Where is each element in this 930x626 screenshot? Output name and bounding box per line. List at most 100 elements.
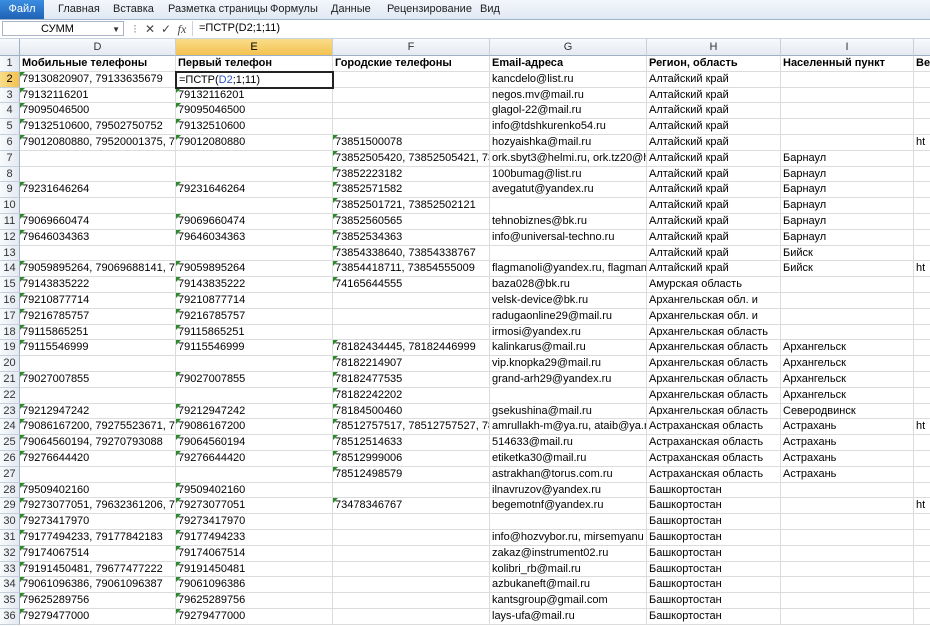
cell-D14[interactable]: 79059895264, 79069688141, 7909 — [20, 261, 176, 278]
cell-J15[interactable] — [914, 277, 930, 293]
cell-G24[interactable]: amrullakh-m@ya.ru, ataib@ya.r — [490, 419, 647, 436]
cell-E12[interactable]: 79646034363 — [176, 229, 333, 246]
cell-H18[interactable]: Архангельская область — [647, 324, 781, 341]
cell-F28[interactable] — [333, 482, 490, 499]
cell-G12[interactable]: info@universal-techno.ru — [490, 229, 647, 246]
cell-D31[interactable]: 79177494233, 79177842183 — [20, 530, 176, 546]
cell-H2[interactable]: Алтайский край — [647, 71, 781, 88]
row-header-13[interactable]: 13 — [0, 245, 20, 262]
cell-E10[interactable] — [176, 198, 333, 214]
cell-D9[interactable]: 79231646264 — [20, 182, 176, 199]
cell-F14[interactable]: 73854418711, 73854555009 — [333, 261, 490, 278]
tab-review[interactable]: Рецензирование — [387, 0, 472, 19]
row-header-11[interactable]: 11 — [0, 214, 20, 230]
row-header-2[interactable]: 2 — [0, 71, 20, 88]
cell-G23[interactable]: gsekushina@mail.ru — [490, 403, 647, 420]
cell-D26[interactable]: 79276644420 — [20, 451, 176, 467]
cell-G25[interactable]: 514633@mail.ru — [490, 435, 647, 451]
cell-F26[interactable]: 78512999006 — [333, 451, 490, 467]
cell-F31[interactable] — [333, 530, 490, 546]
cell-D8[interactable] — [20, 166, 176, 183]
cell-D25[interactable]: 79064560194, 79270793088 — [20, 435, 176, 451]
cell-F20[interactable]: 78182214907 — [333, 356, 490, 372]
cell-D1[interactable]: Мобильные телефоны — [20, 56, 176, 72]
cell-I3[interactable] — [781, 87, 914, 104]
cell-H7[interactable]: Алтайский край — [647, 150, 781, 167]
cell-I30[interactable] — [781, 514, 914, 530]
cell-H4[interactable]: Алтайский край — [647, 103, 781, 120]
cell-J3[interactable] — [914, 88, 930, 104]
tab-page-layout[interactable]: Разметка страницы — [168, 0, 268, 19]
cell-E17[interactable]: 79216785757 — [176, 308, 333, 325]
cell-G21[interactable]: grand-arh29@yandex.ru — [490, 372, 647, 388]
cell-I11[interactable]: Барнаул — [781, 214, 914, 230]
cell-H33[interactable]: Башкортостан — [647, 561, 781, 578]
cell-F23[interactable]: 78184500460 — [333, 403, 490, 420]
cell-E20[interactable] — [176, 356, 333, 372]
row-header-5[interactable]: 5 — [0, 119, 20, 135]
cell-F6[interactable]: 73851500078 — [333, 135, 490, 151]
cell-I15[interactable] — [781, 277, 914, 293]
cell-F10[interactable]: 73852501721, 73852502121 — [333, 198, 490, 214]
cell-E2[interactable]: =ПСТР(D2;1;11) — [175, 70, 334, 89]
cell-D35[interactable]: 79625289756 — [20, 593, 176, 609]
cell-F32[interactable] — [333, 545, 490, 562]
row-header-36[interactable]: 36 — [0, 609, 20, 625]
cell-J19[interactable] — [914, 340, 930, 357]
cell-D19[interactable]: 79115546999 — [20, 340, 176, 357]
row-header-27[interactable]: 27 — [0, 466, 20, 483]
cell-E33[interactable]: 79191450481 — [176, 561, 333, 578]
cell-I22[interactable]: Архангельск — [781, 387, 914, 404]
cell-J32[interactable] — [914, 546, 930, 562]
cell-I24[interactable]: Астрахань — [781, 419, 914, 436]
row-header-24[interactable]: 24 — [0, 419, 20, 436]
cell-E22[interactable] — [176, 387, 333, 404]
cell-H27[interactable]: Астраханская область — [647, 466, 781, 483]
cell-G9[interactable]: avegatut@yandex.ru — [490, 182, 647, 199]
cell-E5[interactable]: 79132510600 — [176, 119, 333, 135]
cell-H29[interactable]: Башкортостан — [647, 498, 781, 515]
cell-H36[interactable]: Башкортостан — [647, 609, 781, 625]
cell-E8[interactable] — [176, 166, 333, 183]
select-all-corner[interactable] — [0, 39, 20, 56]
column-header-D[interactable]: D — [20, 39, 176, 56]
cell-E19[interactable]: 79115546999 — [176, 340, 333, 357]
cell-F3[interactable] — [333, 87, 490, 104]
cell-I2[interactable] — [781, 71, 914, 88]
cell-D13[interactable] — [20, 245, 176, 262]
cell-E32[interactable]: 79174067514 — [176, 545, 333, 562]
cell-G5[interactable]: info@tdshkurenko54.ru — [490, 119, 647, 135]
cell-J33[interactable] — [914, 562, 930, 578]
cell-H6[interactable]: Алтайский край — [647, 135, 781, 151]
cell-J24[interactable]: ht — [914, 419, 930, 436]
cell-G22[interactable] — [490, 387, 647, 404]
row-header-12[interactable]: 12 — [0, 229, 20, 246]
cell-F24[interactable]: 78512757517, 78512757527, 7851 — [333, 419, 490, 436]
cell-H17[interactable]: Архангельская обл. и — [647, 308, 781, 325]
cell-I1[interactable]: Населенный пункт — [781, 56, 914, 72]
cell-E35[interactable]: 79625289756 — [176, 593, 333, 609]
cell-I33[interactable] — [781, 561, 914, 578]
cell-D12[interactable]: 79646034363 — [20, 229, 176, 246]
row-header-22[interactable]: 22 — [0, 387, 20, 404]
row-header-28[interactable]: 28 — [0, 482, 20, 499]
column-header-H[interactable]: H — [647, 39, 781, 56]
column-header-F[interactable]: F — [333, 39, 490, 56]
row-header-29[interactable]: 29 — [0, 498, 20, 515]
chevron-down-icon[interactable]: ▼ — [112, 22, 120, 37]
cell-I16[interactable] — [781, 293, 914, 309]
cell-G20[interactable]: vip.knopka29@mail.ru — [490, 356, 647, 372]
cell-G33[interactable]: kolibri_rb@mail.ru — [490, 561, 647, 578]
cell-F25[interactable]: 78512514633 — [333, 435, 490, 451]
row-header-31[interactable]: 31 — [0, 530, 20, 546]
cell-I21[interactable]: Архангельск — [781, 372, 914, 388]
row-header-10[interactable]: 10 — [0, 198, 20, 214]
cell-I7[interactable]: Барнаул — [781, 150, 914, 167]
cell-G19[interactable]: kalinkarus@mail.ru — [490, 340, 647, 357]
cell-D5[interactable]: 79132510600, 79502750752 — [20, 119, 176, 135]
cell-H25[interactable]: Астраханская область — [647, 435, 781, 451]
cell-J10[interactable] — [914, 198, 930, 214]
cell-F34[interactable] — [333, 577, 490, 594]
cell-I10[interactable]: Барнаул — [781, 198, 914, 214]
column-header-next[interactable] — [914, 39, 930, 56]
